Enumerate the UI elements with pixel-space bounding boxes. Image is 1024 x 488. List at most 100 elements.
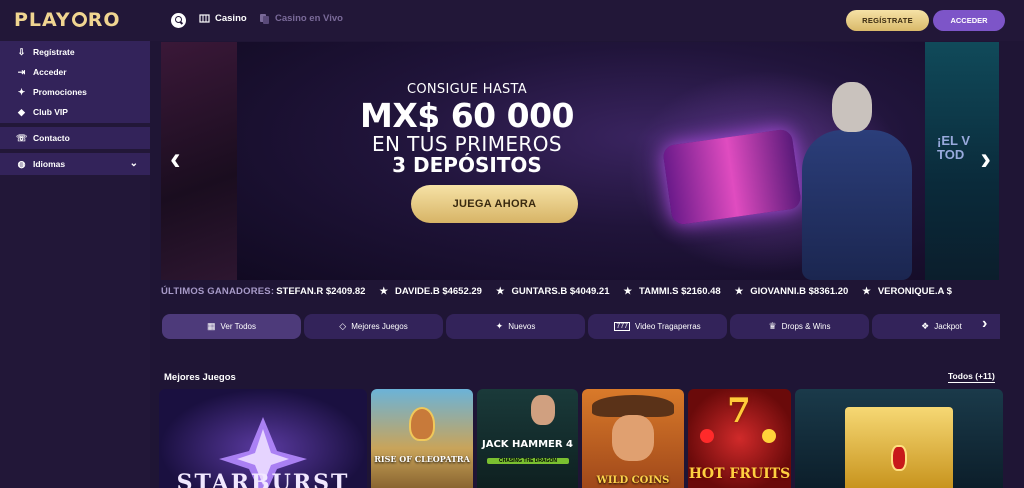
search-icon[interactable] (171, 13, 186, 28)
cherry-icon (700, 429, 714, 443)
sidebar-item-languages[interactable]: ◍ Idiomas ⌄ (0, 154, 150, 174)
tab-jackpot[interactable]: ❖ Jackpot (872, 314, 1000, 339)
sidebar-item-label: Club VIP (33, 107, 68, 117)
nav-casino[interactable]: Casino (199, 13, 247, 24)
grid-icon: ▦ (207, 321, 216, 331)
cleopatra-figure-image (409, 407, 435, 441)
star-icon: ★ (623, 286, 633, 297)
sidebar-item-register[interactable]: ⇩ Regístrate (0, 42, 150, 62)
logo-text-end: RO (87, 9, 121, 31)
tab-drops-wins[interactable]: ♛ Drops & Wins (730, 314, 869, 339)
tab-new[interactable]: ✦ Nuevos (446, 314, 585, 339)
game-subtitle: CHASING THE DRAGON (487, 458, 569, 464)
star-icon: ★ (495, 286, 505, 297)
winner-item: ★ GIOVANNI.B $8361.20 (735, 286, 849, 297)
nav-live-casino[interactable]: Casino en Vivo (259, 13, 343, 24)
login-button[interactable]: ACCEDER (933, 10, 1005, 31)
sidebar-group-account: ⇩ Regístrate ⇥ Acceder ✦ Promociones ◆ C… (0, 41, 150, 123)
character-head (832, 82, 872, 132)
tab-label: Jackpot (934, 322, 962, 331)
sidebar-item-label: Idiomas (33, 159, 66, 169)
login-icon: ⇥ (17, 67, 26, 77)
cards-icon (260, 14, 269, 24)
section-title: Mejores Juegos (164, 372, 236, 383)
game-card-starburst[interactable]: STARBURST (159, 389, 367, 488)
crown-icon: ♛ (768, 321, 777, 331)
sidebar-item-vip[interactable]: ◆ Club VIP (0, 102, 150, 122)
nav-casino-label: Casino (215, 13, 247, 24)
game-card-rise-of-cleopatra[interactable]: RISE OF CLEOPATRA (371, 389, 473, 488)
tab-label: Mejores Juegos (351, 322, 408, 331)
tab-video-slots[interactable]: 777 Video Tragaperras (588, 314, 727, 339)
tab-label: Drops & Wins (781, 322, 831, 331)
chevron-down-icon: ⌄ (129, 158, 138, 169)
winner-item: ★ DAVIDE.B $4652.29 (379, 286, 481, 297)
star-icon: ★ (862, 286, 871, 297)
sidebar-item-label: Acceder (33, 67, 67, 77)
game-card-wild-coins[interactable]: WILD COINS (582, 389, 684, 488)
sidebar-group-languages: ◍ Idiomas ⌄ (0, 153, 150, 175)
top-header: PLAY RO Casino Casino en Vivo REGÍSTRATE … (0, 0, 1024, 41)
sidebar-item-label: Contacto (33, 133, 70, 143)
next-slide-text: ¡EL V TOD (937, 133, 970, 162)
slots-icon (199, 14, 210, 23)
banner-line4: 3 DEPÓSITOS (392, 153, 542, 177)
sidebar-item-label: Promociones (33, 87, 87, 97)
tab-best-games[interactable]: ◇ Mejores Juegos (304, 314, 443, 339)
banner-slide: CONSIGUE HASTA MX$ 60 000 EN TUS PRIMERO… (237, 42, 925, 280)
tab-label: Video Tragaperras (635, 322, 701, 331)
star-icon: ★ (734, 286, 744, 297)
game-title: HOT FRUITS (688, 466, 791, 482)
promo-banner[interactable]: CONSIGUE HASTA MX$ 60 000 EN TUS PRIMERO… (161, 42, 999, 280)
logo-text: PLAY (14, 9, 71, 31)
phone-icon: ☏ (16, 133, 28, 143)
register-button[interactable]: REGÍSTRATE (846, 10, 929, 31)
winner-item: ★ TAMMI.S $2160.48 (624, 286, 721, 297)
warrior-character-image (777, 82, 927, 280)
gift-icon: ✦ (17, 87, 26, 97)
sidebar: ⇩ Regístrate ⇥ Acceder ✦ Promociones ◆ C… (0, 41, 150, 488)
logo-ring-icon (71, 12, 87, 27)
cowboy-face-image (612, 415, 654, 461)
game-card-hot-fruits[interactable]: 7 HOT FRUITS (688, 389, 791, 488)
winner-text: STEFAN.R $2409.82 (276, 286, 366, 297)
user-add-icon: ⇩ (17, 47, 26, 57)
banner-amount: MX$ 60 000 (359, 96, 575, 135)
sidebar-item-label: Regístrate (33, 47, 75, 57)
sidebar-item-promotions[interactable]: ✦ Promociones (0, 82, 150, 102)
slot-777-icon: 777 (614, 322, 630, 331)
game-number: 7 (727, 391, 751, 431)
diamond-icon: ◆ (18, 107, 25, 117)
jackpot-icon: ❖ (921, 321, 930, 331)
character-body (802, 130, 912, 280)
tab-label: Ver Todos (220, 322, 256, 331)
game-card-egyptian-treasure[interactable] (795, 389, 1003, 488)
category-tabs: ▦ Ver Todos ◇ Mejores Juegos ✦ Nuevos 77… (162, 314, 1000, 339)
sidebar-item-contact[interactable]: ☏ Contacto (0, 128, 150, 148)
winner-text: GIOVANNI.B $8361.20 (750, 286, 849, 297)
chevron-left-icon[interactable]: ‹ (170, 142, 181, 174)
ticker-label: ÚLTIMOS GANADORES: (161, 286, 275, 297)
star-icon: ★ (379, 286, 388, 297)
diamond-icon: ◇ (339, 321, 347, 331)
tab-all[interactable]: ▦ Ver Todos (162, 314, 301, 339)
chevron-right-icon[interactable]: › (982, 315, 987, 333)
play-now-button[interactable]: JUEGA AHORA (411, 185, 578, 223)
lemon-icon (762, 429, 776, 443)
cowboy-hat-image (592, 395, 674, 417)
view-all-link[interactable]: Todos (+11) (948, 371, 995, 383)
banner-line1: CONSIGUE HASTA (406, 82, 527, 97)
winner-item: ★ VERONIQUE.A $ (862, 286, 952, 297)
logo[interactable]: PLAY RO (14, 9, 120, 31)
chevron-right-icon[interactable]: › (980, 142, 991, 174)
globe-icon: ◍ (17, 159, 26, 169)
winner-text: TAMMI.S $2160.48 (639, 286, 721, 297)
winner-item: STEFAN.R $2409.82 (276, 286, 365, 297)
winner-item: ★ GUNTARS.B $4049.21 (496, 286, 610, 297)
winner-text: VERONIQUE.A $ (877, 286, 952, 297)
game-card-jack-hammer-4[interactable]: JACK HAMMER 4 CHASING THE DRAGON (477, 389, 578, 488)
winner-text: GUNTARS.B $4049.21 (511, 286, 610, 297)
sparkle-icon: ✦ (495, 321, 504, 331)
red-gem-icon (891, 445, 907, 471)
sidebar-item-login[interactable]: ⇥ Acceder (0, 62, 150, 82)
